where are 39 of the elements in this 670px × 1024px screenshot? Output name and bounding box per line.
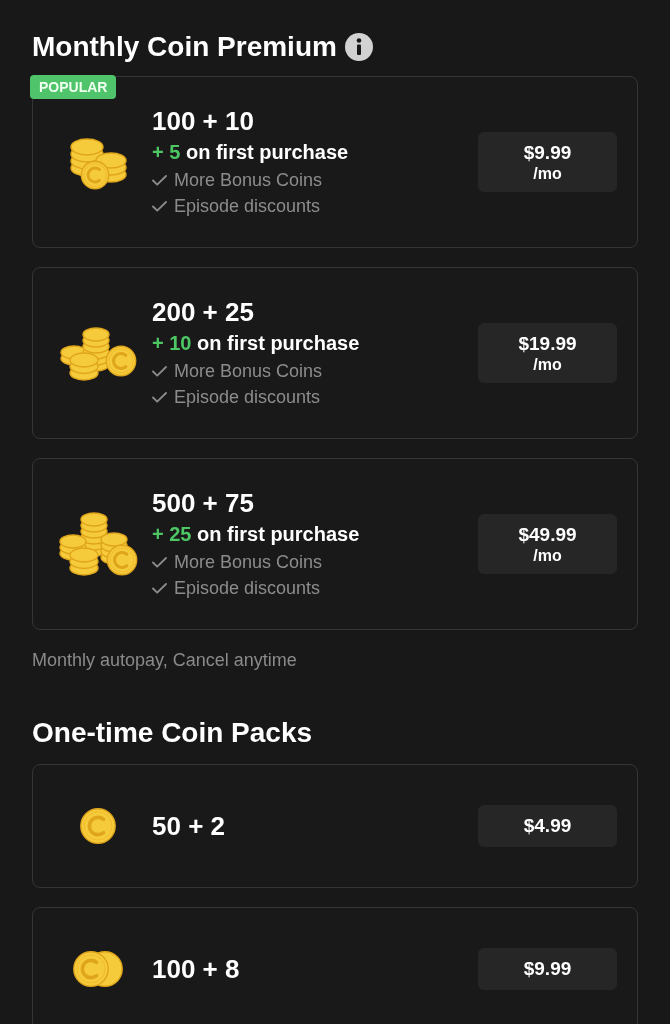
- price-button[interactable]: $9.99: [478, 948, 617, 990]
- coins-icon: [73, 951, 123, 987]
- price-button[interactable]: $49.99 /mo: [478, 514, 617, 574]
- plan-card[interactable]: 200 + 25 + 10 on first purchase More Bonus Coins Episode discounts $19.99 /mo: [32, 267, 638, 439]
- autopay-note: Monthly autopay, Cancel anytime: [32, 649, 298, 672]
- section-title: One-time Coin Packs: [32, 716, 313, 750]
- feature-text: More Bonus Coins: [174, 551, 323, 574]
- coin-stack-icon: [58, 512, 138, 576]
- coin-amount: 100 + 8: [152, 953, 241, 985]
- plan-card[interactable]: 500 + 75 + 25 on first purchase More Bonus Coins Episode discounts $49.99 /mo: [32, 458, 638, 630]
- coin-amount: 200 + 25: [152, 296, 255, 328]
- price-button[interactable]: $9.99 /mo: [478, 132, 617, 192]
- pack-card[interactable]: 50 + 2 $4.99: [32, 764, 638, 888]
- check-icon: [152, 556, 167, 568]
- info-icon[interactable]: [344, 33, 373, 61]
- section-title: Monthly Coin Premium: [32, 30, 337, 64]
- coin-icon: [80, 808, 116, 844]
- coin-amount: 100 + 10: [152, 105, 255, 137]
- coin-amount: 500 + 75: [152, 487, 255, 519]
- feature-text: Episode discounts: [174, 386, 321, 409]
- feature-text: More Bonus Coins: [174, 360, 323, 383]
- coin-stack-icon: [59, 325, 137, 381]
- feature-text: More Bonus Coins: [174, 169, 323, 192]
- popular-badge: POPULAR: [30, 75, 117, 99]
- check-icon: [152, 391, 167, 403]
- feature-text: Episode discounts: [174, 577, 321, 600]
- bonus-text: + 25 on first purchase: [152, 522, 361, 547]
- price-button[interactable]: $19.99 /mo: [478, 323, 617, 383]
- check-icon: [152, 174, 167, 186]
- feature-text: Episode discounts: [174, 195, 321, 218]
- price-button[interactable]: $4.99: [478, 805, 617, 847]
- check-icon: [152, 365, 167, 377]
- coin-amount: 50 + 2: [152, 810, 226, 842]
- bonus-text: + 5 on first purchase: [152, 140, 350, 165]
- plan-card[interactable]: POPULAR 100 + 10 + 5 on first purchase More Bonus Coins Episode discounts $9.99 /mo: [32, 76, 638, 248]
- pack-card[interactable]: 100 + 8 $9.99: [32, 907, 638, 1024]
- check-icon: [152, 200, 167, 212]
- check-icon: [152, 582, 167, 594]
- bonus-text: + 10 on first purchase: [152, 331, 361, 356]
